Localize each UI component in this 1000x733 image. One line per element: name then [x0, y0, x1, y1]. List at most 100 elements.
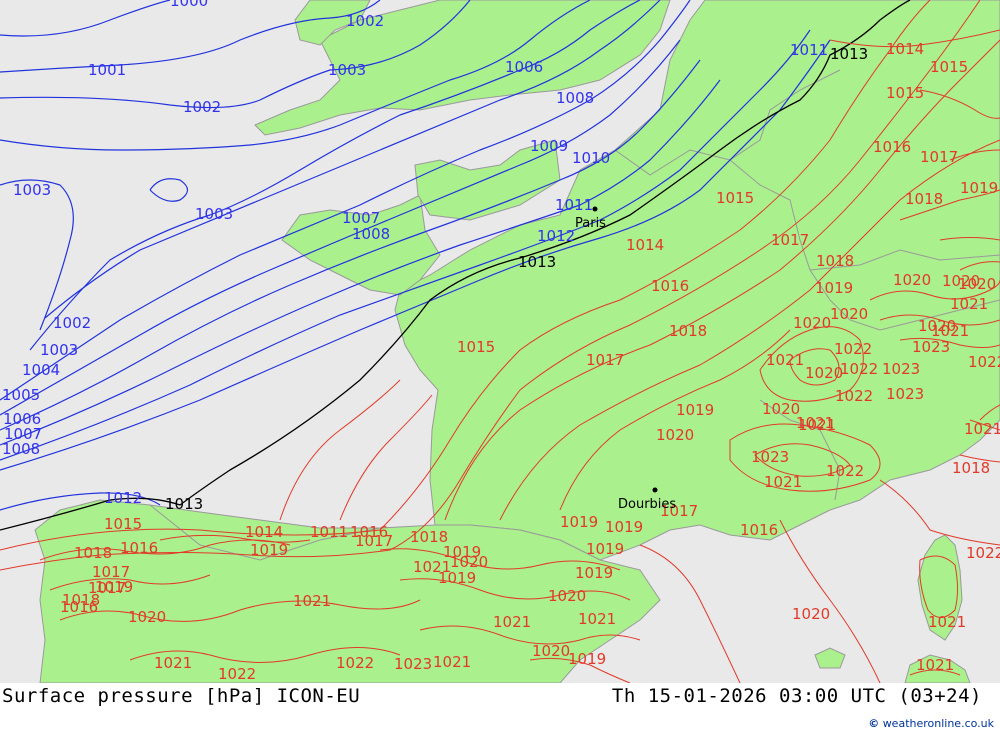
- isobar-label: 1020: [830, 305, 868, 323]
- isobar-label: 1023: [751, 448, 789, 466]
- city-marker-paris: [592, 206, 598, 212]
- isobar-label: 1004: [22, 361, 60, 379]
- isobar-label: 1008: [2, 440, 40, 458]
- isobar-label: 1020: [958, 275, 996, 293]
- isobar-label: 1010: [572, 149, 610, 167]
- isobar-label: 1020: [792, 605, 830, 623]
- isobar-label: 1012: [537, 227, 575, 245]
- isobar-label: 1017: [355, 532, 393, 550]
- isobar-label: 1013: [830, 45, 868, 63]
- isobar-label: 1022: [835, 387, 873, 405]
- isobar-label: 1003: [40, 341, 78, 359]
- isobar-label: 1019: [568, 650, 606, 668]
- isobar-label: 1018: [74, 544, 112, 562]
- isobar-label: 1021: [950, 295, 988, 313]
- isobar-label: 1016: [740, 521, 778, 539]
- isobar-label: 1013: [518, 253, 556, 271]
- isobar-label: 1019: [815, 279, 853, 297]
- isobar-label: 1020: [893, 271, 931, 289]
- isobar-label: 1021: [796, 414, 834, 432]
- isobar-label: 1023: [912, 338, 950, 356]
- isobar-label: 1019: [250, 541, 288, 559]
- isobar-label: 1016: [60, 598, 98, 616]
- isobar-label: 1015: [886, 84, 924, 102]
- isobar-label: 1013: [165, 495, 203, 513]
- isobar-label: 1017: [771, 231, 809, 249]
- isobar-label: 1002: [183, 98, 221, 116]
- isobar-label: 1014: [626, 236, 664, 254]
- isobar-label: 1018: [816, 252, 854, 270]
- isobar-label: 1014: [245, 523, 283, 541]
- isobar-label: 1023: [886, 385, 924, 403]
- isobar-label: 1003: [13, 181, 51, 199]
- isobar-label: 1017: [920, 148, 958, 166]
- isobar-label: 1019: [676, 401, 714, 419]
- isobar-label: 1019: [960, 179, 998, 197]
- isobar-label: 1006: [505, 58, 543, 76]
- isobar-label: 1019: [560, 513, 598, 531]
- isobar-label: 1016: [873, 138, 911, 156]
- isobar-label: 1021: [928, 613, 966, 631]
- isobar-label: 1022: [966, 544, 1000, 562]
- isobar-label: 1011: [555, 196, 593, 214]
- isobar-label: 1022: [834, 340, 872, 358]
- isobar-label: 1018: [905, 190, 943, 208]
- isobar-label: 1019: [605, 518, 643, 536]
- isobar-label: 1005: [2, 386, 40, 404]
- isobar-label: 1019: [586, 540, 624, 558]
- isobar-label: 1020: [793, 314, 831, 332]
- isobar-label: 1021: [931, 322, 969, 340]
- isobar-label: 1016: [120, 539, 158, 557]
- isobar-label: 1014: [886, 40, 924, 58]
- isobar-label: 1002: [53, 314, 91, 332]
- isobar-label: 1018: [952, 459, 990, 477]
- isobar-label: 1022: [336, 654, 374, 672]
- credit-link[interactable]: © weatheronline.co.uk: [868, 717, 994, 730]
- isobar-label: 1015: [457, 338, 495, 356]
- isobar-label: 1008: [352, 225, 390, 243]
- city-label-dourbies: Dourbies: [618, 497, 676, 512]
- isobar-label: 1018: [669, 322, 707, 340]
- isobar-label: 1001: [88, 61, 126, 79]
- isobar-label: 1000: [170, 0, 208, 10]
- isobar-label: 1020: [805, 364, 843, 382]
- isobar-label: 1003: [328, 61, 366, 79]
- isobar-label: 1015: [716, 189, 754, 207]
- isobar-label: 1021: [493, 613, 531, 631]
- copyright-icon: ©: [868, 717, 880, 730]
- isobar-label: 1009: [530, 137, 568, 155]
- credit-text: weatheronline.co.uk: [882, 717, 994, 730]
- forecast-time: Th 15-01-2026 03:00 UTC (03+24): [611, 685, 982, 707]
- isobar-label: 1012: [104, 489, 142, 507]
- isobar-label: 1022: [826, 462, 864, 480]
- isobar-label: 1021: [764, 473, 802, 491]
- isobar-label: 1021: [964, 420, 1000, 438]
- isobar-label: 1002: [346, 12, 384, 30]
- isobar-label: 1019: [575, 564, 613, 582]
- isobar-label: 1020: [656, 426, 694, 444]
- isobar-label: 1015: [930, 58, 968, 76]
- isobar-label: 1008: [556, 89, 594, 107]
- pressure-map: 1000 1002 1001 1002 1003 1006 1008 1011 …: [0, 0, 1000, 683]
- isobar-label: 1023: [394, 655, 432, 673]
- isobar-label: 1020: [548, 587, 586, 605]
- isobar-label: 1011: [790, 41, 828, 59]
- isobar-label: 1022: [840, 360, 878, 378]
- isobar-label: 1022: [968, 353, 1000, 371]
- isobar-label: 1021: [916, 656, 954, 674]
- isobar-label: 1022: [218, 665, 256, 683]
- isobar-label: 1021: [433, 653, 471, 671]
- isobar-label: 1020: [532, 642, 570, 660]
- footer-bar: Surface pressure [hPa] ICON-EU Th 15-01-…: [0, 683, 1000, 733]
- isobar-label: 1016: [651, 277, 689, 295]
- isobar-label: 1020: [762, 400, 800, 418]
- isobar-label: 1021: [293, 592, 331, 610]
- isobar-label: 1021: [766, 351, 804, 369]
- city-marker-dourbies: [652, 487, 658, 493]
- isobar-label: 1011: [310, 523, 348, 541]
- isobar-label: 1020: [128, 608, 166, 626]
- isobar-label: 1015: [104, 515, 142, 533]
- map-title: Surface pressure [hPa] ICON-EU: [2, 685, 361, 707]
- isobar-label: 1003: [195, 205, 233, 223]
- isobar-label: 1023: [882, 360, 920, 378]
